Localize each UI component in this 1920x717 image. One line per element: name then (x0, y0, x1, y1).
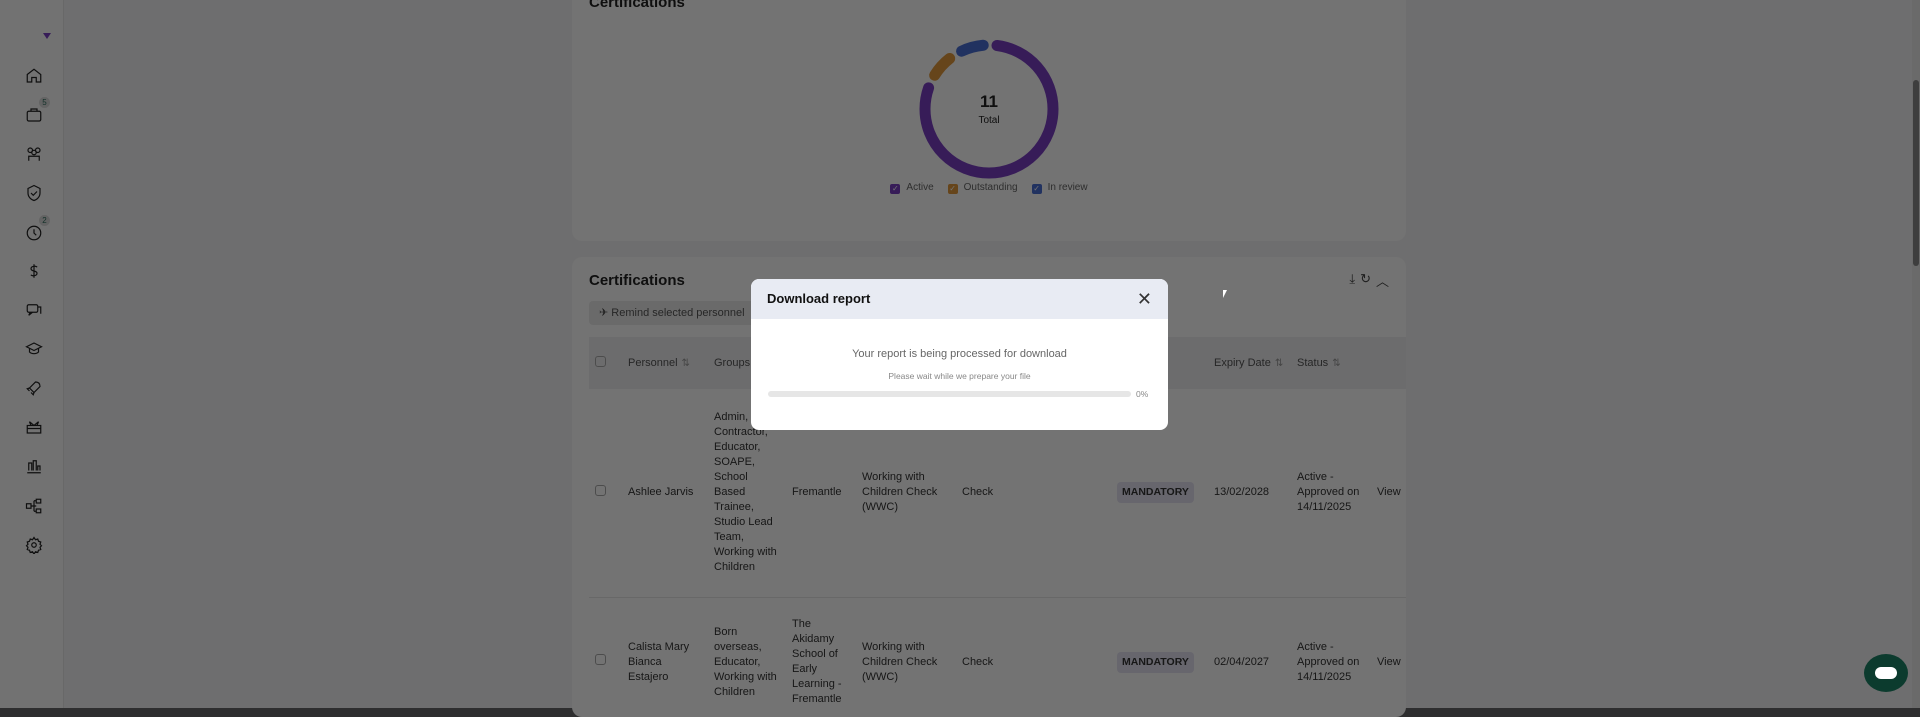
legend-item[interactable]: ✓ In review (1031, 182, 1088, 194)
notification-badge: 5 (39, 97, 50, 108)
cell-status: Active - Approved on 14/11/2025 (1297, 640, 1360, 683)
gift-icon (26, 421, 42, 434)
legend-item[interactable]: ✓ Active (890, 182, 934, 194)
bar-chart-icon (27, 460, 41, 474)
donut-center-label: Total (978, 115, 999, 126)
cell-expiry: 13/02/2028 (1214, 486, 1270, 499)
card-title: Certifications (589, 272, 685, 289)
briefcase-search-icon (26, 108, 42, 122)
sidebar-item-rocket[interactable] (22, 376, 46, 400)
chart-legend: ✓ Active ✓ Outstanding ✓ In review (572, 182, 1406, 194)
sidebar-item-chat[interactable] (22, 298, 46, 322)
cell-type: Check (962, 655, 994, 668)
graduation-cap-icon (25, 342, 43, 355)
home-icon (26, 68, 42, 83)
row-checkbox[interactable] (595, 654, 606, 665)
sidebar-item-clock[interactable]: 2 (22, 215, 50, 245)
donut-chart: 11 Total (919, 39, 1059, 179)
sidebar: 52 (0, 0, 64, 708)
legend-checkbox-icon: ✓ (947, 184, 958, 194)
sidebar-item-shield-check[interactable] (22, 181, 46, 205)
scrollbar-thumb[interactable] (1913, 80, 1919, 266)
shield-check-icon (27, 184, 41, 202)
chat-launcher-button[interactable] (1864, 654, 1908, 692)
team-icon (27, 147, 41, 161)
legend-checkbox-icon: ✓ (1031, 184, 1042, 194)
close-icon[interactable]: ✕ (1137, 289, 1152, 310)
progress-bar (768, 391, 1131, 397)
notification-badge: 2 (39, 215, 50, 226)
sidebar-item-gear[interactable] (22, 533, 46, 557)
cell-status: Active - Approved on 14/11/2025 (1297, 471, 1360, 514)
cell-expiry: 02/04/2027 (1214, 655, 1270, 668)
download-icon[interactable]: ⤓ (1349, 271, 1355, 290)
category-badge: MANDATORY (1117, 651, 1194, 673)
progress-label: 0% (1136, 389, 1149, 399)
sidebar-item-briefcase-search[interactable]: 5 (22, 97, 50, 127)
refresh-icon[interactable]: ↻ (1360, 271, 1371, 290)
dropdown-caret-icon[interactable] (43, 33, 51, 39)
legend-item[interactable]: ✓ Outstanding (947, 182, 1018, 194)
sidebar-item-dollar[interactable] (22, 259, 46, 283)
remind-selected-button[interactable]: ✈ Remind selected personnel (589, 301, 755, 325)
modal-submessage: Please wait while we prepare your file (888, 371, 1031, 381)
card-toolbar: ⤓ ↻ ︿ (1349, 271, 1389, 290)
legend-label: Outstanding (963, 182, 1018, 193)
header-status[interactable]: Status ⇅ (1291, 337, 1371, 389)
chat-icon (26, 304, 42, 316)
sidebar-item-org-chart[interactable] (22, 494, 46, 518)
sidebar-item-bar-chart[interactable] (22, 454, 46, 478)
sidebar-item-gift[interactable] (22, 415, 46, 439)
donut-center-value: 11 (980, 92, 998, 111)
modal-title: Download report (767, 291, 871, 306)
org-chart-icon (25, 498, 42, 514)
category-badge: MANDATORY (1117, 482, 1194, 504)
header-personnel[interactable]: Personnel ⇅ (622, 337, 708, 389)
cell-certification: Working with Children Check (WWC) (862, 640, 938, 683)
view-link[interactable]: View (1371, 597, 1406, 717)
collapse-icon[interactable]: ︿ (1376, 271, 1389, 290)
download-report-modal: Download report ✕ Your report is being p… (751, 279, 1168, 430)
sidebar-item-graduation-cap[interactable] (22, 337, 46, 361)
select-all-checkbox[interactable] (595, 356, 606, 367)
legend-checkbox-icon: ✓ (890, 184, 901, 194)
dollar-icon (30, 264, 38, 278)
remind-label: Remind selected personnel (611, 307, 745, 319)
cell-personnel: Ashlee Jarvis (628, 486, 694, 499)
chat-bubble-icon (1875, 667, 1897, 679)
cell-groups: Born overseas, Educator, Working with Ch… (714, 625, 777, 698)
gear-icon (25, 536, 43, 554)
sidebar-item-team[interactable] (22, 142, 46, 166)
card-title: Certifications (589, 0, 685, 11)
rocket-icon (26, 381, 41, 396)
row-checkbox[interactable] (595, 484, 606, 496)
page-scrollbar[interactable] (1912, 0, 1920, 708)
legend-label: In review (1047, 182, 1088, 193)
modal-message: Your report is being processed for downl… (852, 348, 1067, 360)
certifications-summary-card: 11 Total Certifications ✓ Active ✓ Outstandi… (572, 0, 1406, 241)
clock-icon (26, 225, 42, 241)
cell-location: The Akidamy School of Early Learning - F… (792, 618, 842, 705)
header-expiry[interactable]: Expiry Date ⇅ (1208, 337, 1291, 389)
legend-label: Active (906, 182, 934, 193)
table-row: Calista Mary Bianca Estajero Born oversea… (589, 597, 1406, 717)
sidebar-item-home[interactable] (22, 64, 46, 88)
cell-personnel: Calista Mary Bianca Estajero (628, 640, 690, 683)
view-link[interactable]: View (1371, 389, 1406, 597)
